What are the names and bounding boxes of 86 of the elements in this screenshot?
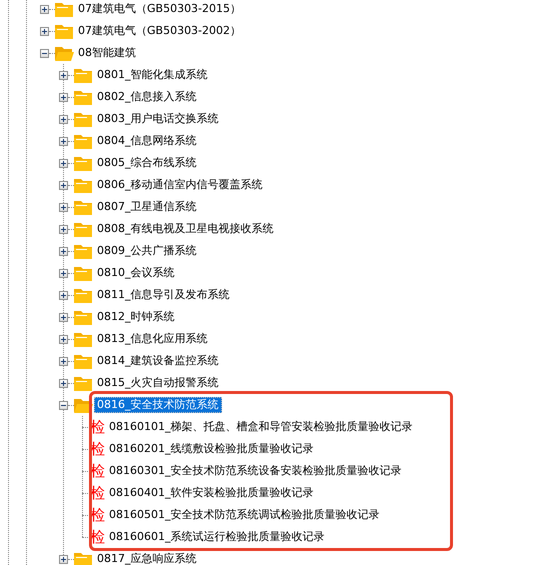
tree-item[interactable]: 08160101_梯架、托盘、槽盒和导管安装检验批质量验收记录 bbox=[106, 419, 416, 435]
plus-icon bbox=[61, 380, 66, 386]
folder-icon bbox=[74, 135, 92, 149]
minus-icon bbox=[61, 402, 66, 408]
plus-icon bbox=[61, 72, 66, 78]
tree-item[interactable]: 08160601_系统试运行检验批质量验收记录 bbox=[106, 529, 328, 545]
folder-icon bbox=[74, 223, 92, 237]
expand-toggle[interactable] bbox=[59, 246, 68, 256]
tree-item[interactable]: 0802_信息接入系统 bbox=[94, 89, 200, 105]
folder-icon bbox=[74, 267, 92, 281]
tree-item[interactable]: 08智能建筑 bbox=[75, 45, 139, 61]
expand-toggle[interactable] bbox=[40, 4, 49, 14]
folder-icon bbox=[74, 157, 92, 171]
folder-icon bbox=[74, 553, 92, 565]
plus-icon bbox=[42, 28, 47, 34]
tree-item[interactable]: 0816_安全技术防范系统 bbox=[94, 397, 222, 413]
folder-icon bbox=[74, 311, 92, 325]
plus-icon bbox=[61, 248, 66, 254]
folder-icon bbox=[55, 3, 73, 17]
plus-icon bbox=[61, 204, 66, 210]
expand-toggle[interactable] bbox=[40, 26, 49, 36]
tree-item[interactable]: 0815_火灾自动报警系统 bbox=[94, 375, 222, 391]
plus-icon bbox=[61, 292, 66, 298]
plus-icon bbox=[61, 160, 66, 166]
plus-icon bbox=[61, 226, 66, 232]
tree-item[interactable]: 08160301_安全技术防范系统设备安装检验批质量验收记录 bbox=[106, 463, 404, 479]
folder-icon bbox=[55, 25, 73, 39]
tree-item[interactable]: 0808_有线电视及卫星电视接收系统 bbox=[94, 221, 276, 237]
minus-icon bbox=[42, 50, 47, 56]
folder-icon bbox=[74, 113, 92, 127]
tree-item[interactable]: 0806_移动通信室内信号覆盖系统 bbox=[94, 177, 266, 193]
expand-toggle[interactable] bbox=[59, 290, 68, 300]
folder-icon bbox=[74, 355, 92, 369]
tree-item[interactable]: 0813_信息化应用系统 bbox=[94, 331, 210, 347]
expand-toggle[interactable] bbox=[59, 378, 68, 388]
expand-toggle[interactable] bbox=[59, 136, 68, 146]
tree-item[interactable]: 0805_综合布线系统 bbox=[94, 155, 200, 171]
collapse-toggle[interactable] bbox=[40, 48, 49, 58]
plus-icon bbox=[61, 336, 66, 342]
tree-item[interactable]: 0801_智能化集成系统 bbox=[94, 67, 210, 83]
expand-toggle[interactable] bbox=[59, 202, 68, 212]
plus-icon bbox=[42, 6, 47, 12]
expand-toggle[interactable] bbox=[59, 356, 68, 366]
folder-icon bbox=[74, 377, 92, 391]
tree-item[interactable]: 0810_会议系统 bbox=[94, 265, 178, 281]
tree-item[interactable]: 0812_时钟系统 bbox=[94, 309, 178, 325]
plus-icon bbox=[61, 138, 66, 144]
plus-icon bbox=[61, 182, 66, 188]
plus-icon bbox=[61, 358, 66, 364]
tree-item[interactable]: 0811_信息导引及发布系统 bbox=[94, 287, 232, 303]
tree-item[interactable]: 08160401_软件安装检验批质量验收记录 bbox=[106, 485, 316, 501]
tree-item[interactable]: 08160201_线缆敷设检验批质量验收记录 bbox=[106, 441, 316, 457]
tree-item[interactable]: 0814_建筑设备监控系统 bbox=[94, 353, 222, 369]
expand-toggle[interactable] bbox=[59, 114, 68, 124]
folder-icon bbox=[74, 289, 92, 303]
tree-item[interactable]: 0817_应急响应系统 bbox=[94, 551, 200, 565]
open-folder-icon bbox=[74, 399, 93, 413]
tree-item[interactable]: 07建筑电气（GB50303-2002） bbox=[75, 23, 244, 39]
folder-icon bbox=[74, 245, 92, 259]
tree-item[interactable]: 0807_卫星通信系统 bbox=[94, 199, 200, 215]
collapse-toggle[interactable] bbox=[59, 400, 68, 410]
expand-toggle[interactable] bbox=[59, 554, 68, 564]
plus-icon bbox=[61, 314, 66, 320]
expand-toggle[interactable] bbox=[59, 312, 68, 322]
folder-icon bbox=[74, 201, 92, 215]
folder-icon bbox=[74, 179, 92, 193]
expand-toggle[interactable] bbox=[59, 92, 68, 102]
expand-toggle[interactable] bbox=[59, 180, 68, 190]
open-folder-icon bbox=[55, 47, 74, 61]
expand-toggle[interactable] bbox=[59, 224, 68, 234]
tree-item[interactable]: 08160501_安全技术防范系统调试检验批质量验收记录 bbox=[106, 507, 382, 523]
folder-icon bbox=[74, 69, 92, 83]
plus-icon bbox=[61, 556, 66, 562]
expand-toggle[interactable] bbox=[59, 334, 68, 344]
tree-item[interactable]: 0804_信息网络系统 bbox=[94, 133, 200, 149]
plus-icon bbox=[61, 270, 66, 276]
tree-item[interactable]: 07建筑电气（GB50303-2015） bbox=[75, 1, 244, 17]
expand-toggle[interactable] bbox=[59, 158, 68, 168]
expand-toggle[interactable] bbox=[59, 268, 68, 278]
expand-toggle[interactable] bbox=[59, 70, 68, 80]
plus-icon bbox=[61, 116, 66, 122]
tree-item[interactable]: 0803_用户电话交换系统 bbox=[94, 111, 222, 127]
folder-icon bbox=[74, 333, 92, 347]
plus-icon bbox=[61, 94, 66, 100]
tree-item[interactable]: 0809_公共广播系统 bbox=[94, 243, 200, 259]
folder-icon bbox=[74, 91, 92, 105]
